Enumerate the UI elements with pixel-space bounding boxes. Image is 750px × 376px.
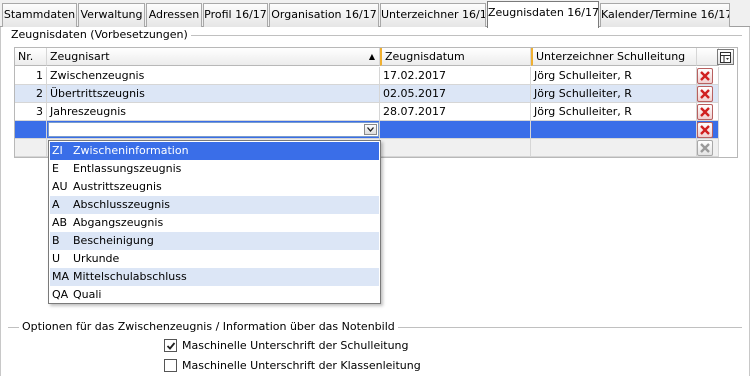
- header-spacer: [697, 48, 719, 66]
- dropdown-item-label: Entlassungszeugnis: [73, 162, 182, 175]
- row-1-datum[interactable]: 17.02.2017: [380, 67, 531, 85]
- schulleitung-checkbox-label: Maschinelle Unterschrift der Schulleitun…: [182, 339, 409, 352]
- dropdown-item-code: E: [52, 162, 59, 175]
- row-2-nr: 2: [15, 85, 47, 103]
- row-4-datum[interactable]: [380, 121, 531, 139]
- delete-x-icon: [700, 107, 710, 117]
- tab-adressen[interactable]: Adressen: [146, 3, 202, 27]
- group-title-optionen: Optionen für das Zwischenzeugnis / Infor…: [19, 320, 398, 333]
- dropdown-item-a[interactable]: A Abschlusszeugnis: [50, 196, 379, 214]
- dropdown-item-label: Mittelschulabschluss: [73, 270, 187, 283]
- delete-x-icon: [700, 71, 710, 81]
- dropdown-item-code: AU: [52, 180, 68, 193]
- dropdown-item-ab[interactable]: AB Abgangszeugnis: [50, 214, 379, 232]
- row-1-zeugnisart[interactable]: Zwischenzeugnis: [47, 67, 380, 85]
- dropdown-item-label: Urkunde: [73, 252, 120, 265]
- klassenleitung-checkbox-label: Maschinelle Unterschrift der Klassenleit…: [182, 359, 421, 372]
- row-4-nr: [15, 121, 47, 139]
- row-3-zeugnisart[interactable]: Jahreszeugnis: [47, 103, 380, 121]
- column-chooser-icon: [720, 51, 731, 63]
- combobox-dropdown-button[interactable]: [364, 124, 377, 135]
- row-2-datum[interactable]: 02.05.2017: [380, 85, 531, 103]
- zeugnisart-combobox[interactable]: [48, 122, 379, 137]
- group-title-zeugnisdaten: Zeugnisdaten (Vorbesetzungen): [8, 28, 191, 41]
- tab-unterzeichner[interactable]: Unterzeichner 16/17: [380, 3, 486, 27]
- zeugnisart-dropdown-list: ZI Zwischeninformation E Entlassungszeug…: [48, 140, 381, 304]
- row-1-nr: 1: [15, 67, 47, 85]
- dropdown-item-code: A: [52, 198, 60, 211]
- dropdown-item-label: Abgangszeugnis: [73, 216, 164, 229]
- row-new-delete-button: [697, 140, 713, 156]
- dropdown-item-ma[interactable]: MA Mittelschulabschluss: [50, 268, 379, 286]
- dropdown-item-au[interactable]: AU Austrittszeugnis: [50, 178, 379, 196]
- row-2-zeugnisart[interactable]: Übertrittszeugnis: [47, 85, 380, 103]
- dropdown-item-e[interactable]: E Entlassungszeugnis: [50, 160, 379, 178]
- header-unterzeichner[interactable]: Unterzeichner Schulleitung: [531, 48, 697, 66]
- dropdown-item-code: ZI: [52, 144, 63, 157]
- header-nr[interactable]: Nr.: [15, 48, 47, 66]
- row-3-unterzeichner[interactable]: Jörg Schulleiter, R: [531, 103, 697, 121]
- row-2-unterzeichner[interactable]: Jörg Schulleiter, R: [531, 85, 697, 103]
- dropdown-item-label: Austrittszeugnis: [73, 180, 162, 193]
- dropdown-item-qa[interactable]: QA Quali: [50, 286, 379, 304]
- schulleitung-checkbox[interactable]: [164, 339, 177, 352]
- header-zeugnisart[interactable]: Zeugnisart ▲: [47, 48, 380, 66]
- dropdown-item-code: AB: [52, 216, 68, 229]
- tab-stammdaten[interactable]: Stammdaten: [2, 3, 77, 27]
- delete-x-icon: [700, 89, 710, 99]
- row-3-datum[interactable]: 28.07.2017: [380, 103, 531, 121]
- delete-x-disabled-icon: [700, 143, 710, 153]
- dropdown-item-code: MA: [52, 270, 70, 283]
- row-1-unterzeichner[interactable]: Jörg Schulleiter, R: [531, 67, 697, 85]
- tab-profil[interactable]: Profil 16/17: [203, 3, 268, 27]
- row-4-unterzeichner[interactable]: [531, 121, 697, 139]
- dropdown-item-code: B: [52, 234, 60, 247]
- tab-organisation[interactable]: Organisation 16/17: [269, 3, 379, 27]
- row-new-unterzeichner[interactable]: [531, 139, 697, 157]
- row-3-delete-button[interactable]: [697, 104, 713, 120]
- row-1-delete-button[interactable]: [697, 68, 713, 84]
- row-new-nr: [15, 139, 47, 157]
- klassenleitung-checkbox[interactable]: [164, 359, 177, 372]
- checkmark-icon: [166, 341, 175, 350]
- tab-verwaltung[interactable]: Verwaltung: [78, 3, 145, 27]
- dropdown-item-label: Abschlusszeugnis: [73, 198, 171, 211]
- tab-kalender-termine[interactable]: Kalender/Termine 16/17: [600, 3, 730, 27]
- row-2-delete-button[interactable]: [697, 86, 713, 102]
- dropdown-item-label: Zwischeninformation: [73, 144, 189, 157]
- dropdown-item-code: QA: [52, 288, 69, 301]
- dropdown-item-label: Quali: [73, 288, 102, 301]
- dropdown-item-code: U: [52, 252, 61, 265]
- tab-bar: Stammdaten Verwaltung Adressen Profil 16…: [0, 0, 750, 28]
- delete-x-icon: [700, 125, 710, 135]
- tab-zeugnisdaten[interactable]: Zeugnisdaten 16/17: [487, 1, 599, 28]
- column-chooser-button[interactable]: [717, 49, 734, 65]
- row-3-nr: 3: [15, 103, 47, 121]
- row-4-delete-button[interactable]: [697, 122, 713, 138]
- row-new-datum[interactable]: [380, 139, 531, 157]
- dropdown-item-label: Bescheinigung: [73, 234, 154, 247]
- header-zeugnisdatum[interactable]: Zeugnisdatum: [380, 48, 531, 66]
- dropdown-item-b[interactable]: B Bescheinigung: [50, 232, 379, 250]
- chevron-down-icon: [367, 127, 374, 132]
- sort-ascending-icon: ▲: [368, 52, 375, 61]
- header-zeugnisart-label: Zeugnisart: [50, 50, 110, 63]
- dropdown-item-zi[interactable]: ZI Zwischeninformation: [50, 142, 379, 160]
- dropdown-item-u[interactable]: U Urkunde: [50, 250, 379, 268]
